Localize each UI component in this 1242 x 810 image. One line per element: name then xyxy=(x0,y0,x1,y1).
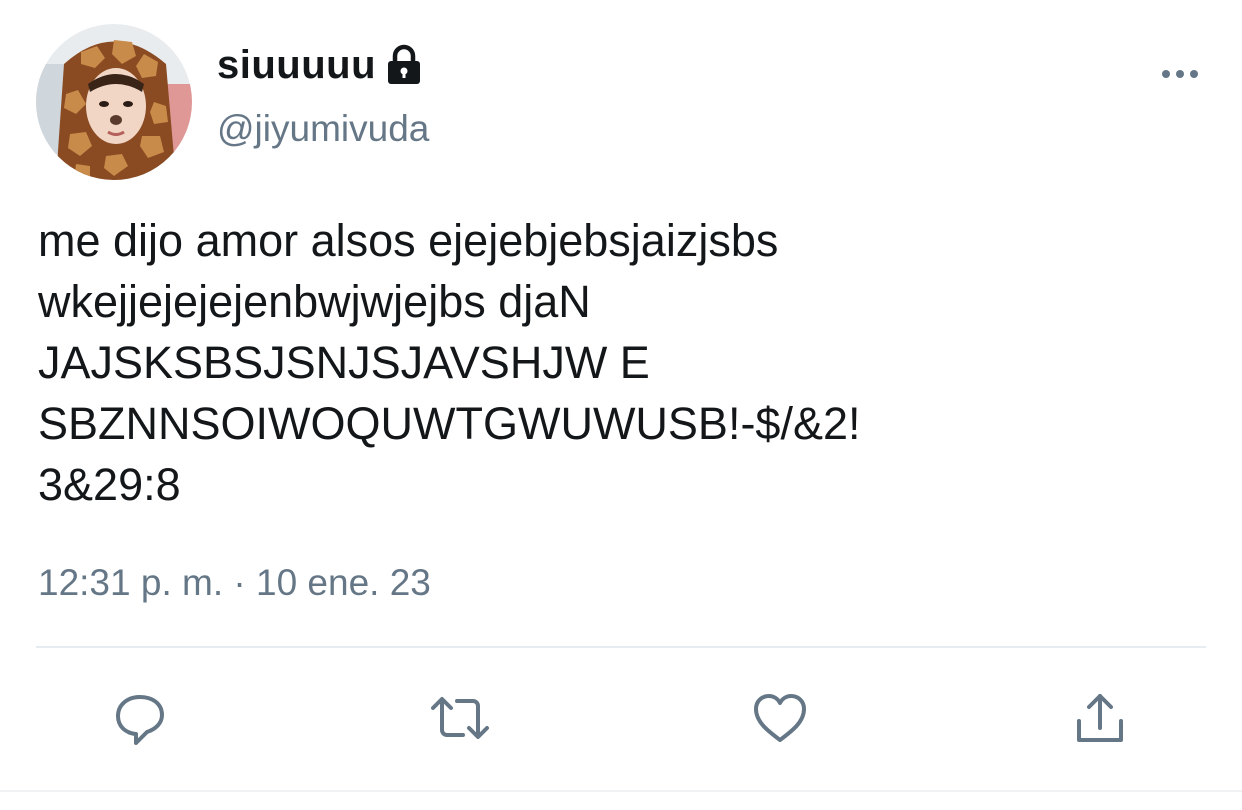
tweet-text: me dijo amor alsos ejejebjebsjaizjsbs wk… xyxy=(38,215,861,510)
retweet-icon xyxy=(431,697,489,739)
user-handle[interactable]: @jiyumivuda xyxy=(217,108,429,150)
author-name-row[interactable]: siuuuuu xyxy=(217,40,424,90)
more-options-button[interactable] xyxy=(1158,62,1202,86)
lock-icon xyxy=(384,44,424,86)
divider xyxy=(36,646,1206,648)
tweet-time[interactable]: 12:31 p. m. xyxy=(38,562,223,604)
avatar[interactable] xyxy=(36,24,192,180)
tweet-timestamp[interactable]: 12:31 p. m. · 10 ene. 23 xyxy=(38,562,431,604)
heart-icon xyxy=(754,694,806,742)
bottom-divider xyxy=(0,790,1242,792)
avatar-image xyxy=(36,24,192,180)
reply-icon xyxy=(116,695,164,745)
reply-button[interactable] xyxy=(110,688,170,748)
like-button[interactable] xyxy=(750,688,810,748)
share-button[interactable] xyxy=(1070,688,1130,748)
tweet-date[interactable]: 10 ene. 23 xyxy=(256,562,431,604)
timestamp-separator: · xyxy=(223,562,256,603)
display-name[interactable]: siuuuuu xyxy=(217,43,376,88)
tweet-detail: siuuuuu @jiyumivuda me dijo amor alsos e… xyxy=(0,0,1242,810)
retweet-button[interactable] xyxy=(430,688,490,748)
share-icon xyxy=(1077,694,1123,742)
more-horizontal-icon xyxy=(1162,70,1198,78)
